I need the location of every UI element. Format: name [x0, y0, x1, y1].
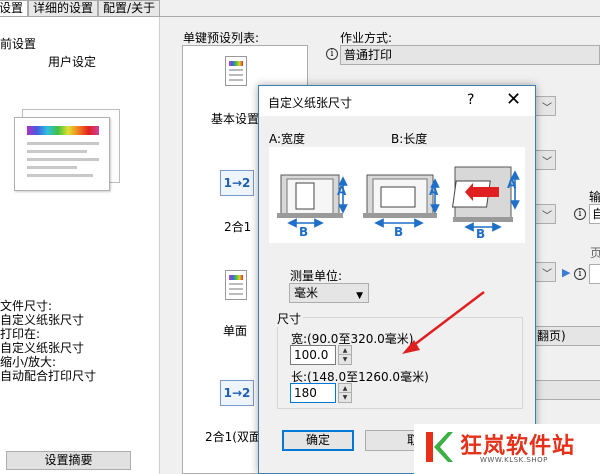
length-input[interactable]: 180: [290, 383, 336, 403]
width-stepper[interactable]: ▲ ▼: [338, 345, 352, 365]
chevron-up-icon[interactable]: ▲: [339, 346, 351, 355]
chevron-down-icon[interactable]: ▼: [339, 355, 351, 364]
tab-detailed-settings[interactable]: 详细的设置: [28, 0, 99, 16]
settings-preview-panel: 前设置 用户设定 文件尺寸: 自定义纸张尺寸 打印在: 自定义纸张尺寸 缩小/放…: [0, 17, 160, 474]
diagram-letter-a: A: [337, 184, 347, 198]
tray-diagram-landscape: [363, 174, 440, 228]
info-icon: i: [574, 208, 586, 220]
play-icon: ▶: [562, 266, 571, 279]
user-setting-label: 用户设定: [48, 55, 97, 69]
preset-item-2in1[interactable]: 2合1: [224, 218, 251, 235]
tab-strip: 设置 详细的设置 配置/关于: [0, 0, 161, 16]
custom-paper-size-dialog: 自定义纸张尺寸 ? ✕ A:宽度 B:长度 A B A B A B 测量单位: …: [258, 85, 536, 474]
partial-page-field[interactable]: [589, 264, 600, 284]
chevron-down-icon: ﹀: [542, 103, 552, 114]
paper-preview-icon: [14, 117, 110, 191]
close-icon[interactable]: ✕: [506, 89, 521, 111]
diagram-letter-b: B: [394, 225, 404, 239]
chevron-down-icon[interactable]: ▼: [339, 393, 351, 402]
preset-item-basic[interactable]: 基本设置: [211, 110, 259, 127]
color-bar: [27, 126, 99, 135]
preset-item-2in1-duplex[interactable]: 2合1(双面: [205, 428, 261, 445]
length-diagram-label: B:长度: [391, 132, 428, 146]
two-in-one-icon: 1→2: [220, 170, 254, 196]
two-in-one-icon: 1→2: [220, 380, 254, 406]
dialog-title: 自定义纸张尺寸: [268, 96, 353, 110]
job-type-select[interactable]: 普通打印: [340, 45, 600, 65]
presets-label: 单键预设列表:: [183, 31, 260, 45]
current-settings-title: 前设置: [0, 37, 37, 51]
settings-summary-text: 文件尺寸: 自定义纸张尺寸 打印在: 自定义纸张尺寸 缩小/放大: 自动配合打印…: [0, 299, 97, 383]
partial-label-page: 页: [590, 246, 600, 260]
site-logo: 狂岚软件站 WWW.KLSK.SHOP: [414, 424, 600, 474]
chevron-down-icon: ﹀: [542, 211, 552, 222]
chevron-down-icon: ﹀: [542, 269, 552, 280]
job-type-label: 作业方式:: [340, 31, 393, 45]
logo-url: WWW.KLSK.SHOP: [480, 456, 548, 464]
unit-select[interactable]: 毫米 ▼: [289, 283, 369, 303]
info-icon: i: [574, 268, 586, 280]
help-icon[interactable]: ?: [467, 92, 474, 108]
diagram-letter-a: A: [429, 184, 439, 198]
document-icon: [225, 270, 247, 300]
document-icon: [225, 56, 247, 86]
diagram-letter-b: B: [299, 225, 309, 239]
logo-k-icon: [426, 432, 453, 462]
background-combo[interactable]: [534, 380, 600, 400]
diagram-letter-b: B: [476, 227, 486, 241]
chevron-down-icon: ﹀: [542, 157, 552, 168]
unit-label: 测量单位:: [290, 269, 343, 283]
tray-diagram-portrait: [277, 174, 348, 228]
partial-label-output: 输: [589, 190, 600, 204]
dialog-titlebar: 自定义纸张尺寸 ? ✕: [259, 86, 535, 116]
width-input[interactable]: 100.0: [290, 345, 336, 365]
size-group-label: 尺寸: [277, 310, 304, 327]
settings-summary-button[interactable]: 设置摘要: [6, 451, 131, 470]
tab-config-about[interactable]: 配置/关于: [98, 0, 161, 16]
chevron-up-icon[interactable]: ▲: [339, 384, 351, 393]
flip-page-button[interactable]: 翻页): [534, 326, 600, 346]
preset-item-single-sided[interactable]: 单面: [223, 322, 247, 339]
partial-output-field[interactable]: 自: [589, 204, 600, 224]
paper-orientation-diagram: A B A B A B: [269, 147, 525, 243]
ok-button[interactable]: 确定: [282, 430, 354, 451]
diagram-letter-a: A: [507, 177, 517, 191]
length-stepper[interactable]: ▲ ▼: [338, 383, 352, 403]
tab-settings[interactable]: 设置: [0, 0, 29, 16]
tray-diagram-bypass: [451, 166, 520, 232]
info-icon: i: [326, 48, 338, 60]
width-diagram-label: A:宽度: [269, 132, 306, 146]
chevron-down-icon: ▼: [356, 291, 363, 301]
